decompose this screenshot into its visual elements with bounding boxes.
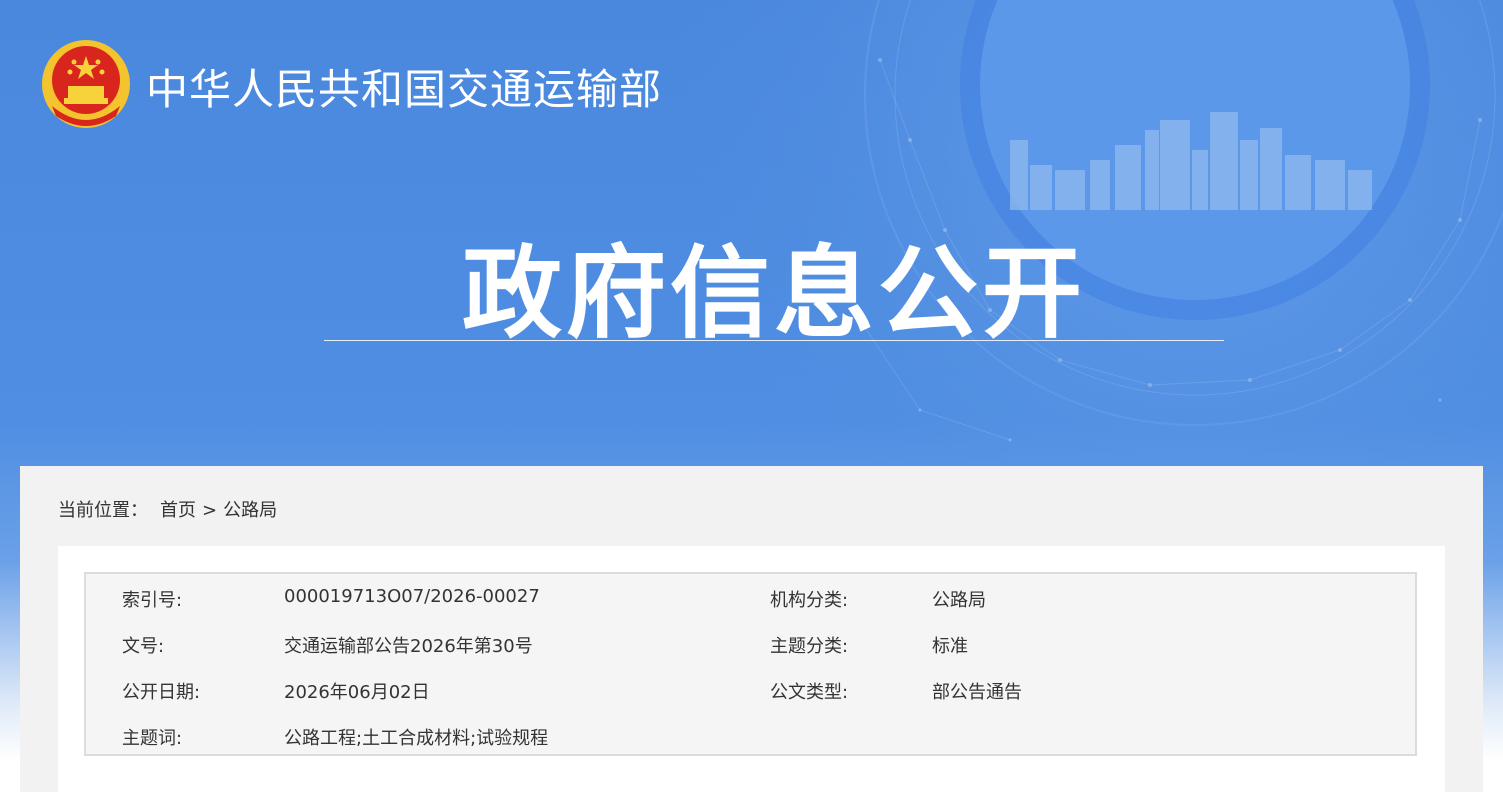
doc-type-label: 公文类型: — [770, 682, 849, 703]
doc-number-label: 文号: — [122, 636, 165, 657]
metadata-row: 公开日期: 2026年06月02日 公文类型: 部公告通告 — [86, 666, 1415, 712]
doc-number-value: 交通运输部公告2026年第30号 — [284, 636, 533, 657]
date-value: 2026年06月02日 — [284, 682, 430, 703]
breadcrumb: 当前位置： 首页 > 公路局 — [58, 496, 277, 522]
section-title: 政府信息公开 — [462, 235, 1086, 352]
title-divider — [324, 340, 1224, 341]
breadcrumb-home-link[interactable]: 首页 — [160, 496, 196, 522]
metadata-row: 主题词: 公路工程;土工合成材料;试验规程 — [86, 712, 1415, 758]
topic-value: 标准 — [932, 636, 968, 657]
index-value: 000019713O07/2026-00027 — [284, 586, 540, 607]
breadcrumb-separator: > — [202, 500, 218, 521]
header-banner: 中华人民共和国交通运输部 政府信息公开 — [0, 0, 1503, 470]
document-info-card: 索引号: 000019713O07/2026-00027 机构分类: 公路局 文… — [58, 546, 1445, 792]
document-metadata-table: 索引号: 000019713O07/2026-00027 机构分类: 公路局 文… — [84, 572, 1417, 756]
metadata-row: 文号: 交通运输部公告2026年第30号 主题分类: 标准 — [86, 620, 1415, 666]
content-panel: 当前位置： 首页 > 公路局 索引号: 000019713O07/2026-00027… — [20, 466, 1483, 792]
date-label: 公开日期: — [122, 682, 201, 703]
org-label: 机构分类: — [770, 590, 849, 611]
keywords-value: 公路工程;土工合成材料;试验规程 — [284, 728, 549, 749]
breadcrumb-prefix: 当前位置： — [58, 500, 148, 521]
metadata-row: 索引号: 000019713O07/2026-00027 机构分类: 公路局 — [86, 574, 1415, 620]
site-title[interactable]: 中华人民共和国交通运输部 — [146, 56, 662, 117]
breadcrumb-current-link[interactable]: 公路局 — [223, 496, 277, 522]
index-label: 索引号: — [122, 590, 183, 611]
doc-type-value: 部公告通告 — [932, 682, 1022, 703]
topic-label: 主题分类: — [770, 636, 849, 657]
national-emblem-icon[interactable] — [40, 38, 132, 130]
keywords-label: 主题词: — [122, 728, 183, 749]
org-value: 公路局 — [932, 590, 986, 611]
